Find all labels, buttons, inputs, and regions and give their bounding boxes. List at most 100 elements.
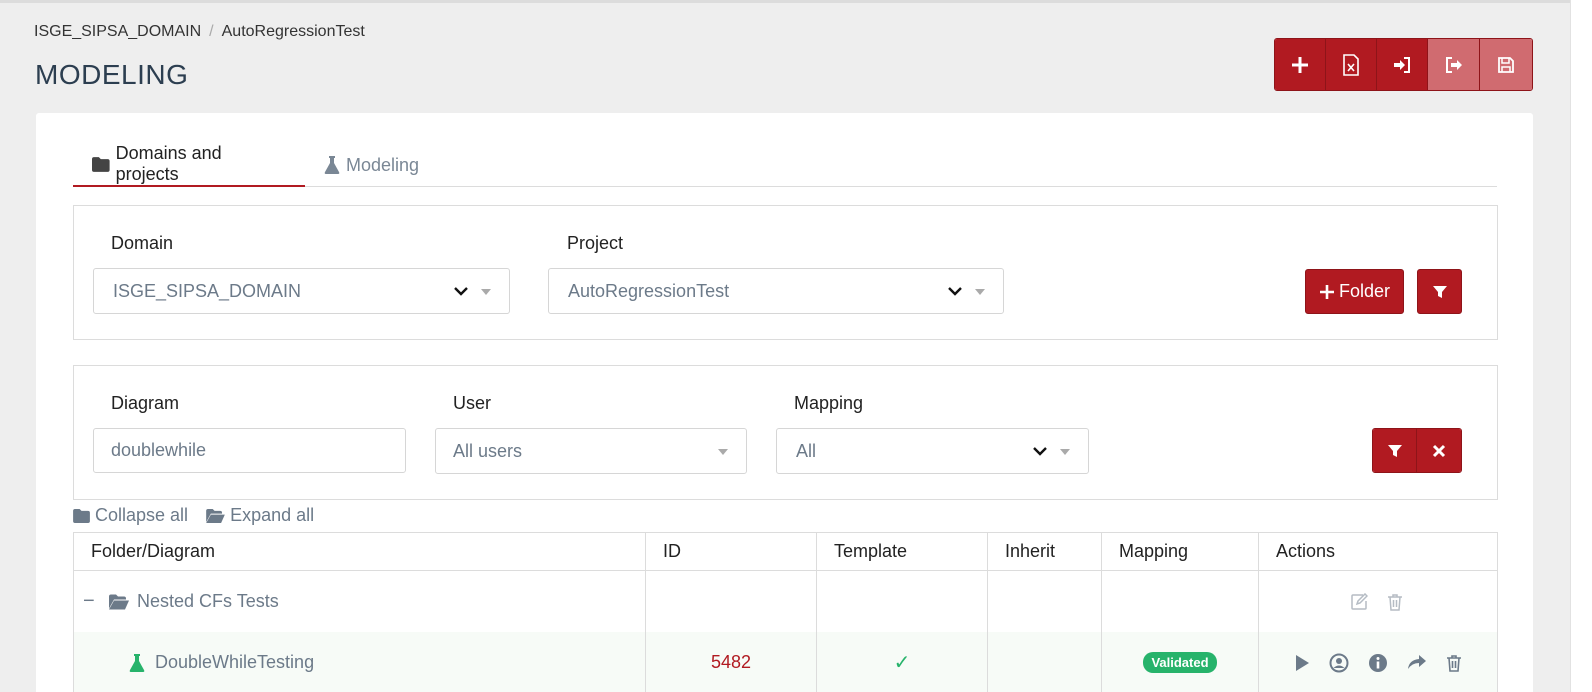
project-select[interactable]: AutoRegressionTest <box>548 268 1004 314</box>
import-button[interactable] <box>1377 39 1428 90</box>
folder-name[interactable]: Nested CFs Tests <box>137 591 279 612</box>
header-folder-diagram[interactable]: Folder/Diagram <box>74 533 646 570</box>
mapping-label: Mapping <box>794 393 864 413</box>
chevron-down-icon <box>948 287 962 296</box>
trash-icon[interactable] <box>1387 593 1403 611</box>
add-folder-label: Folder <box>1338 281 1391 301</box>
caret-down-icon <box>1060 449 1070 455</box>
id-cell: 5482 <box>646 632 817 692</box>
apply-filter-button[interactable] <box>1373 429 1417 472</box>
diagram-input-value: doublewhile <box>111 440 207 460</box>
tab-label: Modeling <box>346 154 420 175</box>
diagram-input[interactable]: doublewhile <box>93 428 406 473</box>
table-row[interactable]: − Nested CFs Tests <box>74 571 1497 632</box>
domain-project-panel: Domain ISGE_SIPSA_DOMAIN Project AutoReg… <box>73 205 1498 340</box>
user-select[interactable]: All users <box>435 428 747 474</box>
flask-icon <box>324 156 340 174</box>
mapping-select-value: All <box>796 440 817 461</box>
plus-icon <box>1292 56 1308 73</box>
id-cell <box>646 571 817 632</box>
project-select-value: AutoRegressionTest <box>568 280 730 301</box>
diagram-id: 5482 <box>710 652 752 672</box>
user-select-value: All users <box>453 440 523 461</box>
mapping-select[interactable]: All <box>776 428 1089 474</box>
check-icon: ✓ <box>893 652 911 674</box>
collapse-all-button[interactable]: Collapse all <box>73 505 188 526</box>
diagram-name[interactable]: DoubleWhileTesting <box>155 652 314 673</box>
filter-icon <box>1387 444 1402 457</box>
tab-modeling[interactable]: Modeling <box>305 143 438 187</box>
play-icon[interactable] <box>1294 654 1310 672</box>
user-circle-icon[interactable] <box>1329 653 1349 673</box>
header-mapping[interactable]: Mapping <box>1102 533 1259 570</box>
inherit-cell <box>988 632 1102 692</box>
export-icon <box>1445 56 1462 73</box>
filter-icon <box>1432 285 1447 298</box>
collapse-toggle[interactable]: − <box>83 590 105 613</box>
add-folder-button[interactable]: Folder <box>1305 269 1404 314</box>
clear-filter-button[interactable] <box>1417 429 1461 472</box>
excel-export-button[interactable] <box>1326 39 1377 90</box>
actions-cell <box>1259 632 1497 692</box>
user-label: User <box>453 393 492 413</box>
template-cell <box>817 571 988 632</box>
top-border <box>0 0 1592 3</box>
caret-down-icon <box>481 289 491 295</box>
diagram-label: Diagram <box>111 393 180 413</box>
domain-select[interactable]: ISGE_SIPSA_DOMAIN <box>93 268 510 314</box>
filter-button-group <box>1372 428 1462 473</box>
mapping-cell <box>1102 571 1259 632</box>
save-icon <box>1498 56 1514 73</box>
tab-domains-and-projects[interactable]: Domains and projects <box>73 143 305 187</box>
folder-open-icon <box>109 594 129 609</box>
save-button[interactable] <box>1480 39 1532 90</box>
chevron-down-icon <box>1033 447 1047 456</box>
folder-icon <box>92 156 110 172</box>
template-cell: ✓ <box>817 632 988 692</box>
plus-icon <box>1319 284 1334 299</box>
toolbar <box>1274 38 1533 91</box>
collapse-all-label: Collapse all <box>95 505 189 525</box>
domain-select-value: ISGE_SIPSA_DOMAIN <box>113 280 302 301</box>
breadcrumb-separator: / <box>209 23 214 40</box>
page-title: MODELING <box>35 59 189 90</box>
folder-cell: − Nested CFs Tests <box>74 571 646 632</box>
header-actions: Actions <box>1276 541 1336 561</box>
expand-all-label: Expand all <box>230 505 315 525</box>
tab-label: Domains and projects <box>115 143 222 184</box>
header-id[interactable]: ID <box>646 533 817 570</box>
expand-all-button[interactable]: Expand all <box>206 505 314 526</box>
status-badge: Validated <box>1143 652 1217 673</box>
diagram-table: Folder/Diagram ID Template Inherit Mappi… <box>73 532 1498 692</box>
domain-label: Domain <box>111 233 174 253</box>
edit-icon[interactable] <box>1350 592 1368 611</box>
import-icon <box>1394 56 1410 73</box>
mapping-cell: Validated <box>1102 632 1259 692</box>
info-icon[interactable] <box>1368 653 1388 673</box>
excel-export-icon <box>1343 53 1359 76</box>
chevron-down-icon <box>454 287 468 296</box>
inherit-cell <box>988 571 1102 632</box>
add-button[interactable] <box>1275 39 1326 90</box>
flask-icon <box>129 653 145 672</box>
project-label: Project <box>567 233 624 253</box>
breadcrumb: ISGE_SIPSA_DOMAIN / AutoRegressionTest <box>34 23 365 41</box>
table-row[interactable]: DoubleWhileTesting 5482 ✓ Validated <box>74 632 1497 692</box>
scrollbar[interactable] <box>1570 0 1592 692</box>
header-template[interactable]: Template <box>817 533 988 570</box>
trash-icon[interactable] <box>1446 654 1462 672</box>
folder-open-icon <box>206 508 225 523</box>
diagram-filter-panel: Diagram doublewhile User All users Mappi… <box>73 365 1498 500</box>
tree-actions: Collapse all Expand all <box>73 505 314 526</box>
header-inherit[interactable]: Inherit <box>988 533 1102 570</box>
tab-bar: Domains and projects Modeling <box>73 143 1497 187</box>
share-icon[interactable] <box>1407 654 1427 672</box>
breadcrumb-project[interactable]: AutoRegressionTest <box>222 23 365 41</box>
table-header: Folder/Diagram ID Template Inherit Mappi… <box>74 533 1497 571</box>
folder-icon <box>73 508 90 523</box>
actions-cell <box>1259 571 1497 632</box>
breadcrumb-domain[interactable]: ISGE_SIPSA_DOMAIN <box>34 23 201 41</box>
close-icon <box>1432 444 1446 457</box>
filter-button[interactable] <box>1417 269 1462 314</box>
export-button[interactable] <box>1428 39 1480 90</box>
